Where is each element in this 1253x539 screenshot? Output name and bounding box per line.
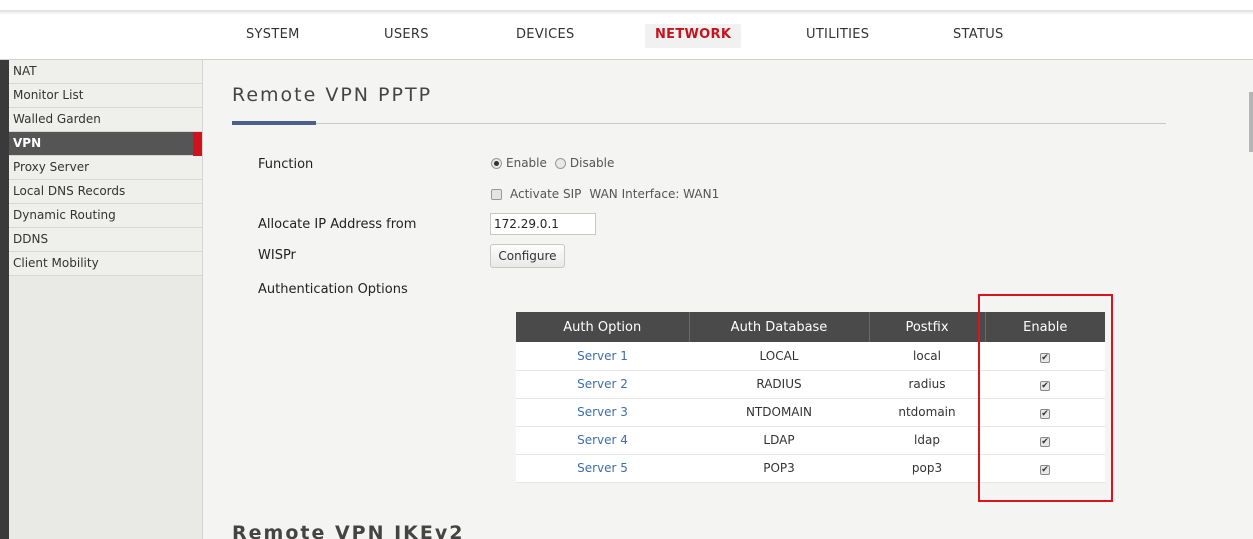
page-title: Remote VPN PPTP [232, 84, 433, 106]
allocate-ip-label: Allocate IP Address from [258, 217, 417, 232]
sip-option: Activate SIP WAN Interface: WAN1 [491, 187, 719, 201]
postfix-cell: local [869, 342, 985, 371]
tab-devices[interactable]: DEVICES [516, 24, 575, 48]
postfix-cell: ldap [869, 426, 985, 455]
sidebar-item-client-mobility[interactable]: Client Mobility [9, 252, 202, 276]
top-strip [0, 0, 1253, 12]
tab-users[interactable]: USERS [384, 24, 429, 48]
sidebar-item-nat[interactable]: NAT [9, 60, 202, 84]
tab-utilities[interactable]: UTILITIES [806, 24, 869, 48]
postfix-cell: pop3 [869, 454, 985, 483]
wan-interface-text: WAN Interface: WAN1 [589, 187, 720, 201]
function-label: Function [258, 157, 314, 172]
title-divider [232, 123, 1166, 124]
auth-database-cell: RADIUS [689, 370, 869, 399]
highlight-box [978, 294, 1113, 502]
auth-option-link[interactable]: Server 5 [516, 454, 689, 483]
auth-database-cell: POP3 [689, 454, 869, 483]
sidebar-item-ddns[interactable]: DDNS [9, 228, 202, 252]
sidebar-item-vpn[interactable]: VPN [9, 132, 202, 156]
sidebar: NAT Monitor List Walled Garden VPN Proxy… [9, 60, 203, 539]
auth-database-cell: NTDOMAIN [689, 398, 869, 427]
enable-radio[interactable] [491, 157, 502, 169]
top-navigation: SYSTEM USERS DEVICES NETWORK UTILITIES S… [0, 14, 1253, 60]
sidebar-item-walled-garden[interactable]: Walled Garden [9, 108, 202, 132]
activate-sip-label: Activate SIP [510, 187, 582, 201]
auth-option-link[interactable]: Server 3 [516, 398, 689, 427]
header-auth-option: Auth Option [516, 312, 690, 342]
active-marker [193, 132, 202, 156]
disable-radio[interactable] [554, 157, 566, 169]
tab-network[interactable]: NETWORK [645, 24, 742, 48]
configure-button[interactable]: Configure [490, 244, 565, 268]
section-title-ikev2: Remote VPN IKEv2 [232, 522, 465, 539]
scrollbar[interactable] [1249, 92, 1253, 152]
tab-status[interactable]: STATUS [953, 24, 1004, 48]
auth-option-link[interactable]: Server 1 [516, 342, 689, 371]
left-edge-bar [0, 60, 9, 539]
sidebar-item-proxy-server[interactable]: Proxy Server [9, 156, 202, 180]
postfix-cell: radius [869, 370, 985, 399]
wispr-label: WISPr [258, 248, 296, 263]
sidebar-item-label: VPN [13, 136, 42, 150]
auth-options-label: Authentication Options [258, 282, 408, 297]
auth-database-cell: LDAP [689, 426, 869, 455]
sidebar-item-local-dns-records[interactable]: Local DNS Records [9, 180, 202, 204]
tab-system[interactable]: SYSTEM [246, 24, 300, 48]
sidebar-item-dynamic-routing[interactable]: Dynamic Routing [9, 204, 202, 228]
auth-option-link[interactable]: Server 4 [516, 426, 689, 455]
disable-label: Disable [569, 156, 615, 170]
title-accent-bar [232, 121, 316, 125]
postfix-cell: ntdomain [869, 398, 985, 427]
activate-sip-checkbox[interactable] [491, 188, 502, 200]
main-content: Remote VPN PPTP Function Enable Disable … [204, 60, 1253, 539]
header-postfix: Postfix [869, 312, 986, 342]
allocate-ip-input[interactable]: 172.29.0.1 [490, 213, 596, 235]
header-auth-database: Auth Database [689, 312, 870, 342]
auth-option-link[interactable]: Server 2 [516, 370, 689, 399]
enable-label: Enable [506, 156, 547, 170]
sidebar-item-monitor-list[interactable]: Monitor List [9, 84, 202, 108]
auth-database-cell: LOCAL [689, 342, 869, 371]
function-options: Enable Disable [491, 156, 614, 170]
